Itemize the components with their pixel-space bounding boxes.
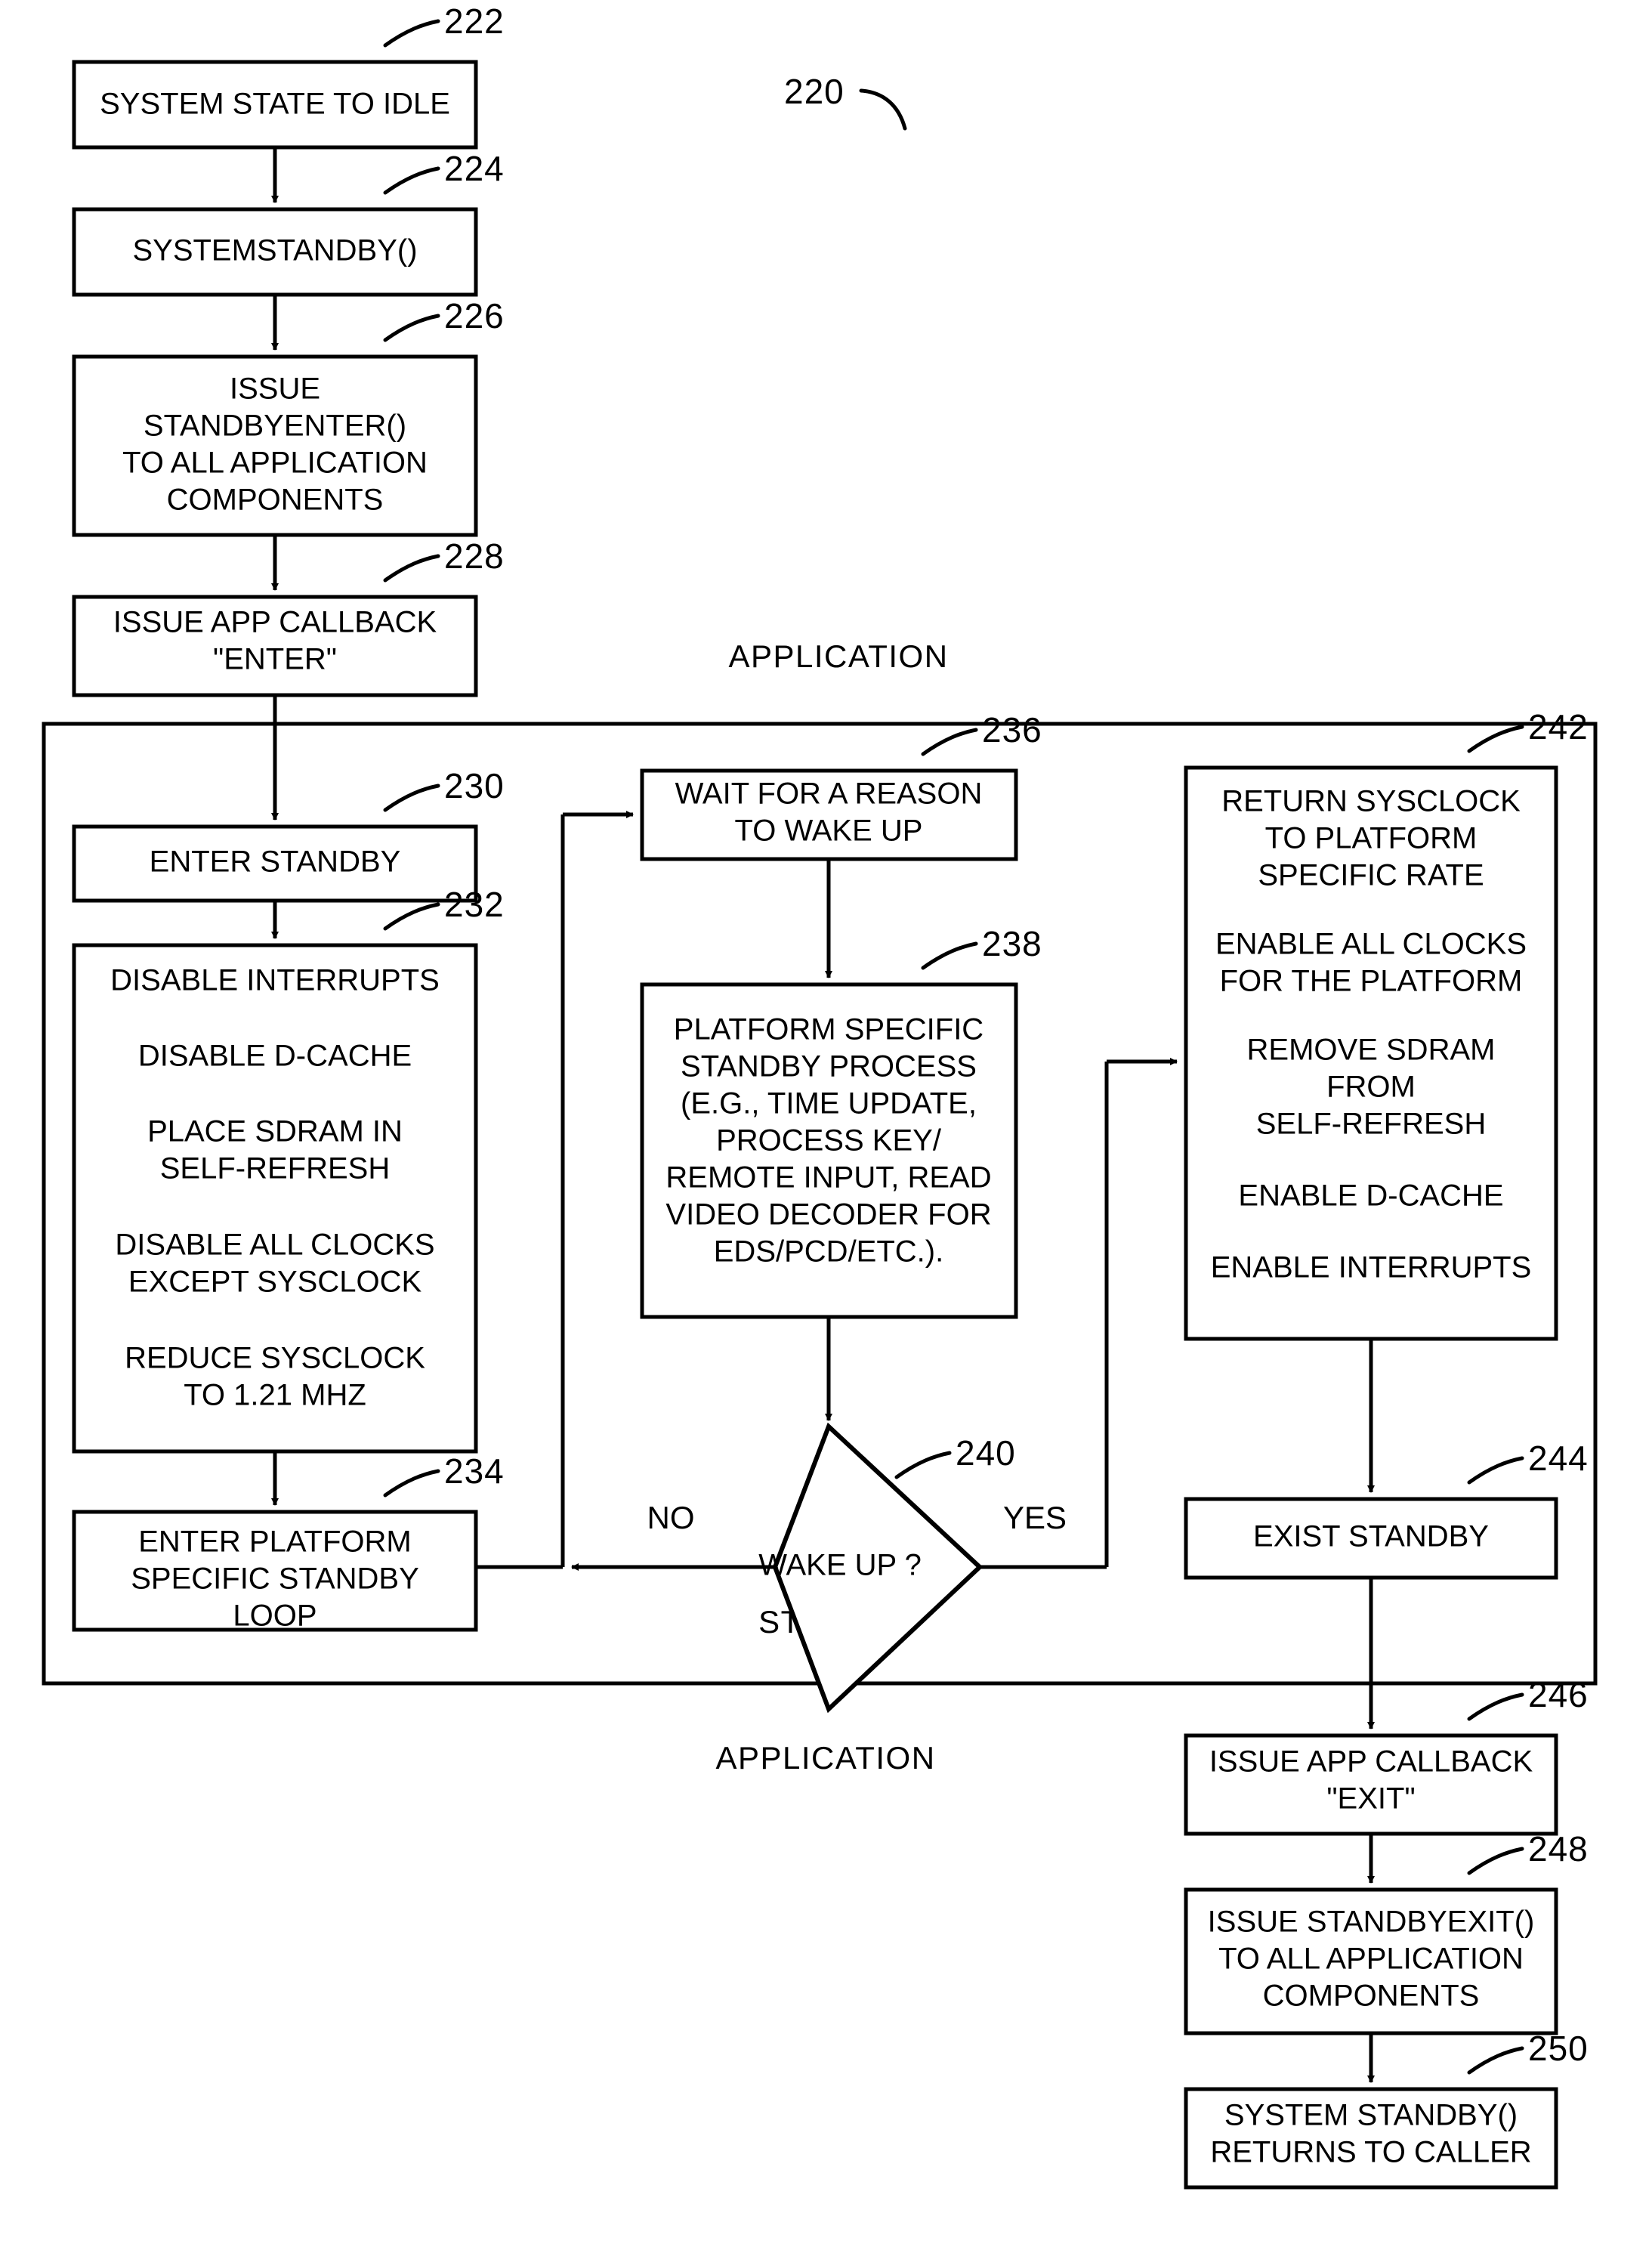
node-222-ref: 222 xyxy=(444,2,505,41)
node-222-line-0: SYSTEM STATE TO IDLE xyxy=(100,88,450,121)
edge-label-no: NO xyxy=(647,1500,695,1535)
node-248-line-0: ISSUE STANDBYEXIT() xyxy=(1208,1906,1535,1939)
node-224-line-0: SYSTEMSTANDBY() xyxy=(132,234,417,267)
node-242-line-8: ENABLE D-CACHE xyxy=(1238,1179,1503,1213)
node-234-ref: 234 xyxy=(444,1451,505,1491)
node-248-line-2: COMPONENTS xyxy=(1263,1980,1480,2013)
node-246-leader xyxy=(1467,1692,1524,1721)
node-236-line-0: WAIT FOR A REASON xyxy=(675,777,983,811)
node-242-line-6: FROM xyxy=(1326,1071,1416,1104)
node-226-ref: 226 xyxy=(444,296,505,335)
node-242-leader xyxy=(1467,725,1524,753)
node-224-ref: 224 xyxy=(444,149,505,188)
node-230-line-0: ENTER STANDBY xyxy=(150,845,401,879)
node-232-line-5: EXCEPT SYSCLOCK xyxy=(128,1266,422,1299)
node-240-line-0: WAKE UP ? xyxy=(758,1549,922,1582)
node-244-leader xyxy=(1467,1456,1524,1485)
node-248-leader xyxy=(1467,1847,1524,1875)
node-232-line-4: DISABLE ALL CLOCKS xyxy=(115,1229,434,1262)
node-228-ref: 228 xyxy=(444,536,505,576)
node-236-line-1: TO WAKE UP xyxy=(735,814,923,848)
node-244-ref: 244 xyxy=(1528,1439,1589,1478)
node-246-ref: 246 xyxy=(1528,1675,1589,1714)
node-234-line-0: ENTER PLATFORM xyxy=(138,1525,412,1559)
node-242-line-3: ENABLE ALL CLOCKS xyxy=(1215,928,1527,961)
node-238-ref: 238 xyxy=(982,924,1042,963)
node-238-line-4: REMOTE INPUT, READ xyxy=(665,1161,991,1195)
node-232-box[interactable] xyxy=(72,943,478,1454)
node-246-line-1: "EXIT" xyxy=(1326,1782,1415,1816)
node-228-leader xyxy=(383,554,440,583)
node-232-leader xyxy=(383,902,440,931)
node-230-ref: 230 xyxy=(444,766,505,805)
node-226-line-1: STANDBYENTER() xyxy=(144,410,406,443)
node-232-line-0: DISABLE INTERRUPTS xyxy=(110,964,440,997)
node-242-line-9: ENABLE INTERRUPTS xyxy=(1211,1251,1532,1284)
node-234-leader xyxy=(383,1469,440,1498)
zone-label-application-top: APPLICATION xyxy=(728,638,948,674)
node-226-line-0: ISSUE xyxy=(230,372,320,406)
node-250-line-1: RETURNS TO CALLER xyxy=(1210,2136,1531,2169)
node-238-leader xyxy=(921,941,978,970)
node-224-leader xyxy=(383,166,440,195)
node-250-line-0: SYSTEM STANDBY() xyxy=(1224,2099,1518,2132)
node-242-line-2: SPECIFIC RATE xyxy=(1258,859,1484,892)
node-236-leader xyxy=(921,728,978,756)
node-242-line-5: REMOVE SDRAM xyxy=(1247,1034,1496,1067)
node-226-leader xyxy=(383,314,440,342)
node-238-line-1: STANDBY PROCESS xyxy=(681,1050,977,1083)
node-226-line-2: TO ALL APPLICATION xyxy=(122,447,428,480)
node-240-ref: 240 xyxy=(956,1433,1016,1473)
node-250-leader xyxy=(1467,2046,1524,2075)
node-232-line-3: SELF-REFRESH xyxy=(160,1152,391,1185)
node-248-ref: 248 xyxy=(1528,1829,1589,1868)
node-232-line-6: REDUCE SYSCLOCK xyxy=(125,1342,425,1375)
node-238-line-3: PROCESS KEY/ xyxy=(716,1124,942,1158)
node-250-ref: 250 xyxy=(1528,2029,1589,2068)
figure-ref-220: 220 xyxy=(784,72,845,111)
node-248-line-1: TO ALL APPLICATION xyxy=(1218,1943,1524,1976)
node-238-line-5: VIDEO DECODER FOR xyxy=(665,1198,991,1232)
node-242-line-7: SELF-REFRESH xyxy=(1256,1108,1487,1141)
node-236-ref: 236 xyxy=(982,710,1042,750)
patent-flowchart-figure: 220 APPLICATION STANDBY APPLICATION SYST… xyxy=(0,0,1652,2244)
edge-label-yes: YES xyxy=(1003,1500,1067,1535)
node-230-leader xyxy=(383,784,440,812)
node-234-line-1: SPECIFIC STANDBY xyxy=(131,1562,419,1596)
node-238-line-0: PLATFORM SPECIFIC xyxy=(674,1013,983,1046)
node-242-ref: 242 xyxy=(1528,707,1589,746)
node-228-line-0: ISSUE APP CALLBACK xyxy=(113,606,437,639)
node-240-leader xyxy=(894,1451,952,1479)
node-242-line-4: FOR THE PLATFORM xyxy=(1220,965,1523,998)
node-222-leader xyxy=(383,19,440,48)
figure-ref-leader xyxy=(859,88,907,131)
node-234-line-2: LOOP xyxy=(233,1600,317,1633)
node-238-line-2: (E.G., TIME UPDATE, xyxy=(681,1087,977,1120)
node-246-line-0: ISSUE APP CALLBACK xyxy=(1209,1745,1533,1779)
node-232-line-7: TO 1.21 MHZ xyxy=(184,1379,366,1412)
node-244-line-0: EXIST STANDBY xyxy=(1253,1520,1489,1553)
node-226-line-3: COMPONENTS xyxy=(167,484,384,517)
node-232-ref: 232 xyxy=(444,885,505,924)
node-232-line-1: DISABLE D-CACHE xyxy=(138,1040,412,1073)
node-242-line-0: RETURN SYSCLOCK xyxy=(1221,785,1521,818)
node-228-line-1: "ENTER" xyxy=(213,643,337,676)
zone-label-application-bottom: APPLICATION xyxy=(715,1740,935,1776)
flowchart-canvas: 220 APPLICATION STANDBY APPLICATION SYST… xyxy=(42,2,1598,2190)
node-238-line-6: EDS/PCD/ETC.). xyxy=(714,1235,943,1269)
node-242-line-1: TO PLATFORM xyxy=(1265,822,1478,855)
node-232-line-2: PLACE SDRAM IN xyxy=(147,1115,403,1148)
